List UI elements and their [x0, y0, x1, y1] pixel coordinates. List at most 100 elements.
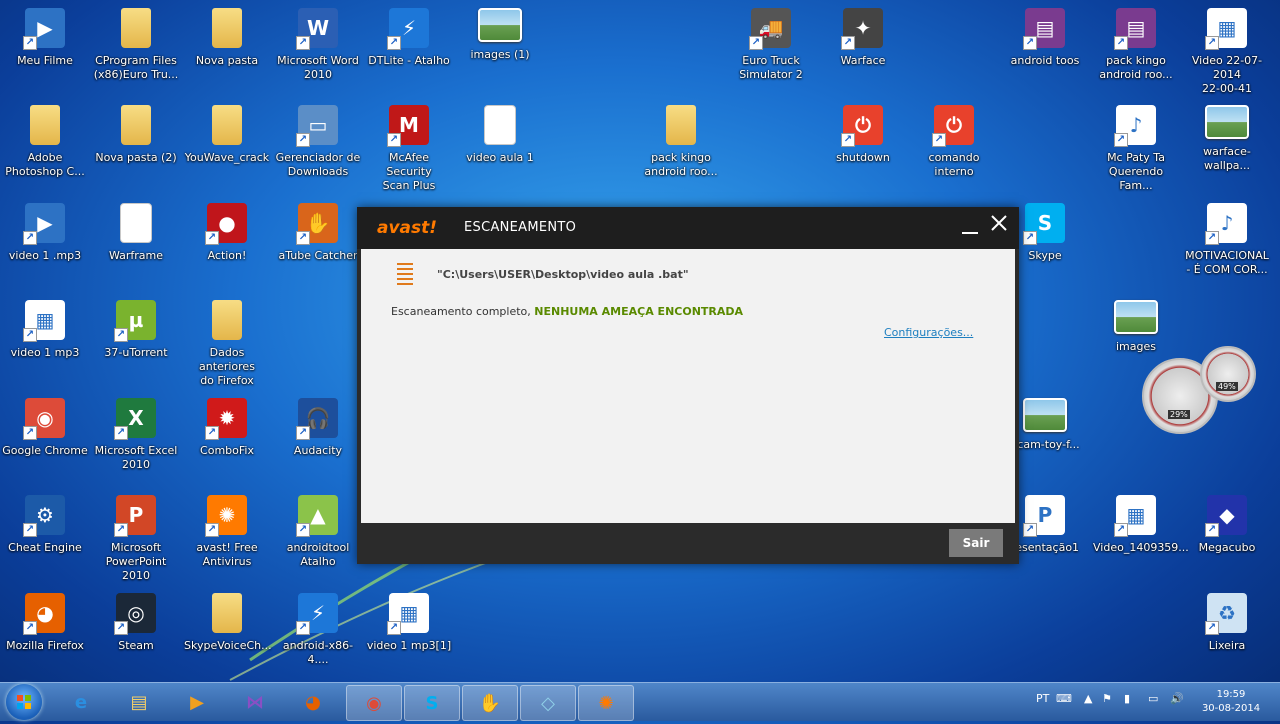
desktop-icon[interactable]: ● Action! — [184, 203, 270, 263]
desktop-icon-label: Cheat Engine — [8, 541, 82, 554]
minimize-button[interactable] — [961, 215, 979, 235]
desktop-icon-label: pack kingo android roo... — [644, 151, 718, 178]
taskbar-button[interactable]: ◕ — [286, 685, 340, 719]
taskbar-button[interactable]: ✋ — [462, 685, 518, 721]
desktop-icon-label: resentação1 — [1010, 541, 1080, 554]
windows-logo-icon — [17, 695, 31, 709]
desktop-icon[interactable]: W Microsoft Word 2010 — [275, 8, 361, 82]
action-center-icon[interactable]: ⚑ — [1102, 692, 1112, 705]
desktop-icon[interactable]: ▦Video 22-07-2014 22-00-41 — [1184, 8, 1270, 96]
settings-link[interactable]: Configurações... — [884, 326, 973, 339]
desktop-icon-label: Action! — [207, 249, 247, 262]
powerpoint-file-icon: P — [1023, 495, 1065, 537]
desktop-icon[interactable]: X Microsoft Excel 2010 — [93, 398, 179, 472]
desktop-icon-label: Dados anteriores do Firefox — [199, 346, 255, 387]
desktop-icon[interactable]: ⚡ android-x86-4.... — [275, 593, 361, 667]
desktop-icon[interactable]: ▤ android toos — [1002, 8, 1088, 68]
desktop-icon[interactable]: ◆ Megacubo — [1184, 495, 1270, 555]
explorer-icon: ▤ — [130, 691, 148, 713]
desktop-icon-label: Skype — [1028, 249, 1062, 262]
memory-meter-gadget[interactable]: 29% 49% — [1200, 346, 1256, 402]
taskbar-button[interactable]: ◉ — [346, 685, 402, 721]
desktop-icon[interactable]: ▦ Video_1409359... — [1093, 495, 1189, 555]
desktop-icon[interactable]: ✦ Warface — [820, 8, 906, 68]
desktop-icon[interactable]: YouWave_crack — [184, 105, 270, 165]
network-icon[interactable]: ▭ — [1148, 692, 1158, 705]
desktop-icon-label: Video_1409359... — [1093, 541, 1189, 554]
taskbar-button[interactable]: ✺ — [578, 685, 634, 721]
desktop-icon-label: MOTIVACIONAL - É COM COR... — [1185, 249, 1269, 276]
desktop-icon[interactable]: ⏻ shutdown — [820, 105, 906, 165]
media-icon: ▶ — [23, 203, 65, 245]
image-file-icon — [1205, 105, 1249, 139]
start-button[interactable] — [6, 684, 42, 720]
taskbar-button[interactable]: ▶ — [170, 685, 224, 719]
desktop-icon[interactable]: ▭ Gerenciador de Downloads — [275, 105, 361, 179]
show-hidden-icons-icon[interactable]: ▲ — [1084, 692, 1092, 705]
desktop-icon[interactable]: ▶ Meu Filme — [2, 8, 88, 68]
folder-icon — [121, 8, 151, 48]
avast-scan-dialog: avast! ESCANEAMENTO "C:\Users\USER\Deskt… — [357, 207, 1019, 564]
desktop-icon[interactable]: 🎧 Audacity — [275, 398, 361, 458]
desktop-icon-label: Microsoft Excel 2010 — [94, 444, 178, 471]
desktop-icon[interactable]: Nova pasta (2) — [93, 105, 179, 165]
battery-icon[interactable]: ▮ — [1124, 692, 1130, 705]
desktop-icon[interactable]: images (1) — [457, 8, 543, 62]
desktop-icon[interactable]: SkypeVoiceCh... — [184, 593, 272, 653]
desktop-icon[interactable]: MMcAfee Security Scan Plus — [366, 105, 452, 193]
desktop-icon[interactable]: ◕ Mozilla Firefox — [2, 593, 88, 653]
daemon-tools-icon: ⚡ — [387, 8, 429, 50]
chrome-icon: ◉ — [366, 692, 382, 714]
desktop-icon[interactable]: ♪Mc Paty Ta Querendo Fam... — [1093, 105, 1179, 193]
desktop-icon[interactable]: ▦ video 1 mp3[1] — [366, 593, 452, 653]
desktop-icon[interactable]: pack kingo android roo... — [638, 105, 724, 179]
clock-time: 19:59 — [1216, 689, 1246, 700]
desktop-icon[interactable]: ✺ avast! Free Antivirus — [184, 495, 270, 569]
desktop-icon[interactable]: ◉ Google Chrome — [2, 398, 88, 458]
desktop-icon[interactable]: Adobe Photoshop C... — [2, 105, 88, 179]
desktop-icon[interactable]: warface-wallpa... — [1184, 105, 1270, 173]
desktop-icon[interactable]: µ 37-uTorrent — [93, 300, 179, 360]
minimize-icon — [962, 232, 978, 234]
desktop-icon[interactable]: ▤ pack kingo android roo... — [1093, 8, 1179, 82]
taskbar-button[interactable]: ◇ — [520, 685, 576, 721]
desktop-icon[interactable]: Dados anteriores do Firefox — [184, 300, 270, 388]
desktop-icon[interactable]: CProgram Files (x86)Euro Tru... — [93, 8, 179, 82]
desktop-icon[interactable]: video aula 1 — [457, 105, 543, 165]
desktop-icon[interactable]: Nova pasta — [184, 8, 270, 68]
wmv-file-icon: ▦ — [387, 593, 429, 635]
desktop-icon[interactable]: 🚚 Euro Truck Simulator 2 — [728, 8, 814, 82]
language-indicator[interactable]: PT — [1036, 692, 1049, 705]
volume-icon[interactable]: 🔊 — [1170, 692, 1184, 705]
desktop-icon-label: images (1) — [470, 48, 530, 61]
desktop-icon[interactable]: ✋ aTube Catcher — [275, 203, 361, 263]
visual-studio-icon: ⋈ — [246, 691, 264, 713]
clock[interactable]: 19:59 30-08-2014 — [1196, 688, 1266, 716]
keyboard-icon[interactable]: ⌨ — [1056, 692, 1072, 705]
desktop-icon[interactable]: Warframe — [93, 203, 179, 263]
desktop-icon[interactable]: ⏻ comando interno — [911, 105, 997, 179]
desktop-icon[interactable]: ♪ MOTIVACIONAL - É COM COR... — [1184, 203, 1270, 277]
taskbar-button[interactable]: e — [54, 685, 108, 719]
desktop-icon[interactable]: ♻ Lixeira — [1184, 593, 1270, 653]
desktop-icon[interactable]: ⚙ Cheat Engine — [2, 495, 88, 555]
close-button[interactable] — [989, 213, 1009, 235]
taskbar-button[interactable]: ▤ — [112, 685, 166, 719]
desktop-icon[interactable]: ▦ video 1 mp3 — [2, 300, 88, 360]
video-file-icon: ▦ — [1205, 8, 1247, 50]
folder-icon — [212, 300, 242, 340]
taskbar-button[interactable]: S — [404, 685, 460, 721]
desktop-icon[interactable]: images — [1093, 300, 1179, 354]
desktop-icon[interactable]: ◎ Steam — [93, 593, 179, 653]
desktop-icon[interactable]: ▶ video 1 .mp3 — [2, 203, 88, 263]
exit-button[interactable]: Sair — [949, 529, 1003, 557]
dialog-body: "C:\Users\USER\Desktop\video aula .bat" … — [361, 249, 1015, 523]
desktop-icon[interactable]: ⚡ DTLite - Atalho — [366, 8, 452, 68]
taskbar-button[interactable]: ⋈ — [228, 685, 282, 719]
cheat-engine-icon: ⚙ — [23, 495, 65, 537]
utorrent-icon: µ — [114, 300, 156, 342]
desktop-icon[interactable]: ✹ ComboFix — [184, 398, 270, 458]
dialog-title-bar[interactable]: avast! ESCANEAMENTO — [357, 207, 1019, 249]
desktop-icon[interactable]: ▲ androidtool Atalho — [275, 495, 361, 569]
desktop-icon[interactable]: PMicrosoft PowerPoint 2010 — [93, 495, 179, 583]
